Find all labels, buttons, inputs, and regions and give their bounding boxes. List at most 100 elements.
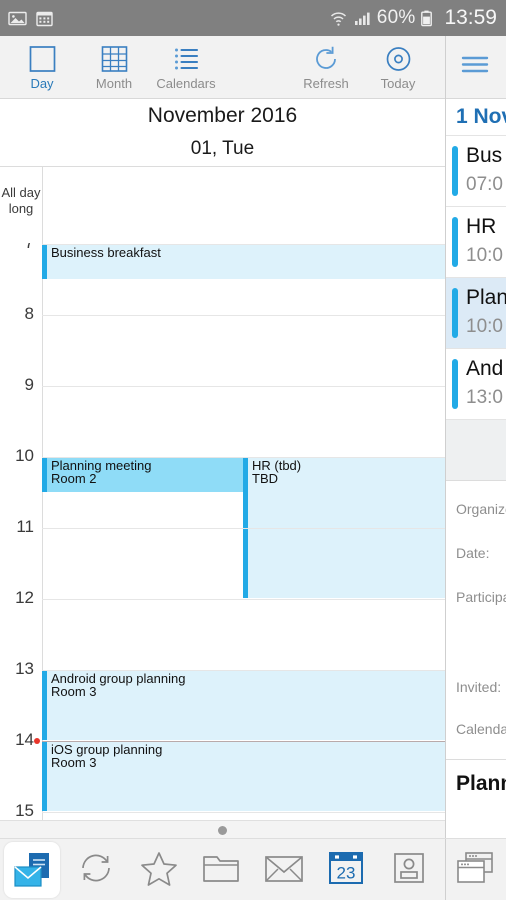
page-dot xyxy=(218,825,227,835)
drawer-list-item-selected[interactable]: Plan 10:0 xyxy=(446,278,506,349)
dock-item-mail[interactable] xyxy=(252,839,315,900)
hour-gridline xyxy=(42,457,445,458)
event-color-bar xyxy=(452,288,458,338)
event-color-bar xyxy=(452,359,458,409)
hour-label-11: 11 xyxy=(16,517,34,536)
status-bar-right-icons: 60% 13:59 xyxy=(329,6,506,30)
folder-icon xyxy=(201,850,241,891)
event-color-bar xyxy=(42,670,47,740)
calendar-event[interactable]: Business breakfast xyxy=(42,244,445,279)
dock-item-folders[interactable] xyxy=(190,839,253,900)
toolbar-button-today[interactable]: Today xyxy=(362,36,434,98)
drawer-item-title: Bus xyxy=(466,144,503,167)
event-location: TBD xyxy=(252,471,278,486)
view-toolbar: Day Month Calendars Refresh Today xyxy=(0,36,506,99)
svg-text:23: 23 xyxy=(337,863,356,882)
detail-label-calendar: Calendar xyxy=(456,721,506,737)
image-icon xyxy=(8,9,27,28)
dock-item-calendar[interactable]: 23 xyxy=(315,839,378,900)
all-day-label: All day long xyxy=(1,185,41,216)
drawer-item-title: Plan xyxy=(466,286,506,309)
dock-item-sync[interactable] xyxy=(65,839,128,900)
all-day-dropzone[interactable] xyxy=(42,167,445,243)
star-icon xyxy=(139,849,179,892)
event-color-bar xyxy=(452,146,458,196)
current-time-line xyxy=(42,741,445,742)
list-menu-icon[interactable] xyxy=(460,53,490,82)
toolbar-button-day[interactable]: Day xyxy=(6,36,78,98)
hour-label-15: 15 xyxy=(15,801,34,820)
drawer-item-time: 13:0 xyxy=(466,387,503,408)
event-location: Room 2 xyxy=(51,471,97,486)
calendar-event-selected[interactable]: Planning meeting Room 2 xyxy=(42,457,243,492)
page-indicator[interactable] xyxy=(0,820,445,839)
app-root: 60% 13:59 Day Month Calendars Refresh To… xyxy=(0,0,506,900)
hour-label-9: 9 xyxy=(24,375,34,394)
wifi-icon xyxy=(329,9,348,28)
drawer-item-title: HR xyxy=(466,215,497,238)
toolbar-button-month[interactable]: Month xyxy=(78,36,150,98)
hour-gridline xyxy=(42,244,445,245)
hour-label-7: 7 xyxy=(25,243,34,253)
dock-item-favorites[interactable] xyxy=(127,839,190,900)
hour-label-14: 14 xyxy=(15,730,34,749)
event-title: Business breakfast xyxy=(51,245,161,260)
signal-icon xyxy=(353,9,372,28)
all-day-row: All day long xyxy=(0,167,445,244)
detail-label-invited: Invited: xyxy=(456,679,502,695)
hour-label-12: 12 xyxy=(15,588,34,607)
hour-gridline xyxy=(42,812,445,813)
event-color-bar xyxy=(42,741,47,811)
drawer-item-time: 10:0 xyxy=(466,316,503,337)
toolbar-label-today: Today xyxy=(380,75,416,91)
event-color-bar xyxy=(452,217,458,267)
hour-gutter: 7 8 9 10 11 12 13 14 15 xyxy=(0,243,43,820)
dock-item-contacts[interactable] xyxy=(378,839,441,900)
drawer-date-header: 1 Nov xyxy=(446,99,506,136)
toolbar-label-month: Month xyxy=(95,75,133,91)
clock-label: 13:59 xyxy=(444,6,497,29)
contacts-icon xyxy=(391,849,427,892)
battery-icon xyxy=(420,9,439,28)
detail-label-date: Date: xyxy=(456,545,490,561)
detail-label-participants: Participan xyxy=(456,589,506,605)
drawer-header xyxy=(446,36,506,99)
hour-label-13: 13 xyxy=(15,659,34,678)
status-bar: 60% 13:59 xyxy=(0,0,506,36)
drawer-list-item[interactable]: HR 10:0 xyxy=(446,207,506,278)
refresh-icon xyxy=(312,44,341,74)
calendar-event[interactable]: Android group planning Room 3 xyxy=(42,670,445,740)
mail-icon xyxy=(263,851,305,890)
hour-gridline xyxy=(42,315,445,316)
calendar-23-icon: 23 xyxy=(326,848,366,893)
dock-item-windows[interactable] xyxy=(443,839,506,900)
drawer-item-title: And xyxy=(466,357,504,380)
today-target-icon xyxy=(384,44,413,74)
drawer-item-time: 10:0 xyxy=(466,245,503,266)
hour-gridline xyxy=(42,528,445,529)
toolbar-button-refresh[interactable]: Refresh xyxy=(290,36,362,98)
battery-percent-label: 60% xyxy=(376,7,416,28)
bottom-dock: 23 xyxy=(0,838,506,900)
dock-item-app[interactable] xyxy=(0,839,65,900)
day-title[interactable]: 01, Tue xyxy=(0,132,445,167)
hour-gridline xyxy=(42,670,445,671)
detail-event-title: Plann xyxy=(446,759,506,796)
hour-gridline xyxy=(42,599,445,600)
toolbar-label-calendars: Calendars xyxy=(156,75,216,91)
drawer-list-item[interactable]: And 13:0 xyxy=(446,349,506,420)
drawer-item-time: 07:0 xyxy=(466,174,503,195)
status-bar-left-icons xyxy=(0,9,54,28)
event-location: Room 3 xyxy=(51,755,97,770)
drawer-list-item[interactable]: Bus 07:0 xyxy=(446,136,506,207)
month-title[interactable]: November 2016 xyxy=(0,99,445,132)
toolbar-button-calendars[interactable]: Calendars xyxy=(150,36,222,98)
calendar-event[interactable]: iOS group planning Room 3 xyxy=(42,741,445,811)
mail-document-app-icon xyxy=(4,842,61,898)
toolbar-label-day: Day xyxy=(30,75,54,91)
day-square-icon xyxy=(28,44,57,74)
month-grid-icon xyxy=(100,44,129,74)
current-time-dot xyxy=(34,738,40,744)
calendars-list-icon xyxy=(172,44,201,74)
events-canvas[interactable]: Business breakfast Planning meeting Room 2… xyxy=(42,243,445,820)
